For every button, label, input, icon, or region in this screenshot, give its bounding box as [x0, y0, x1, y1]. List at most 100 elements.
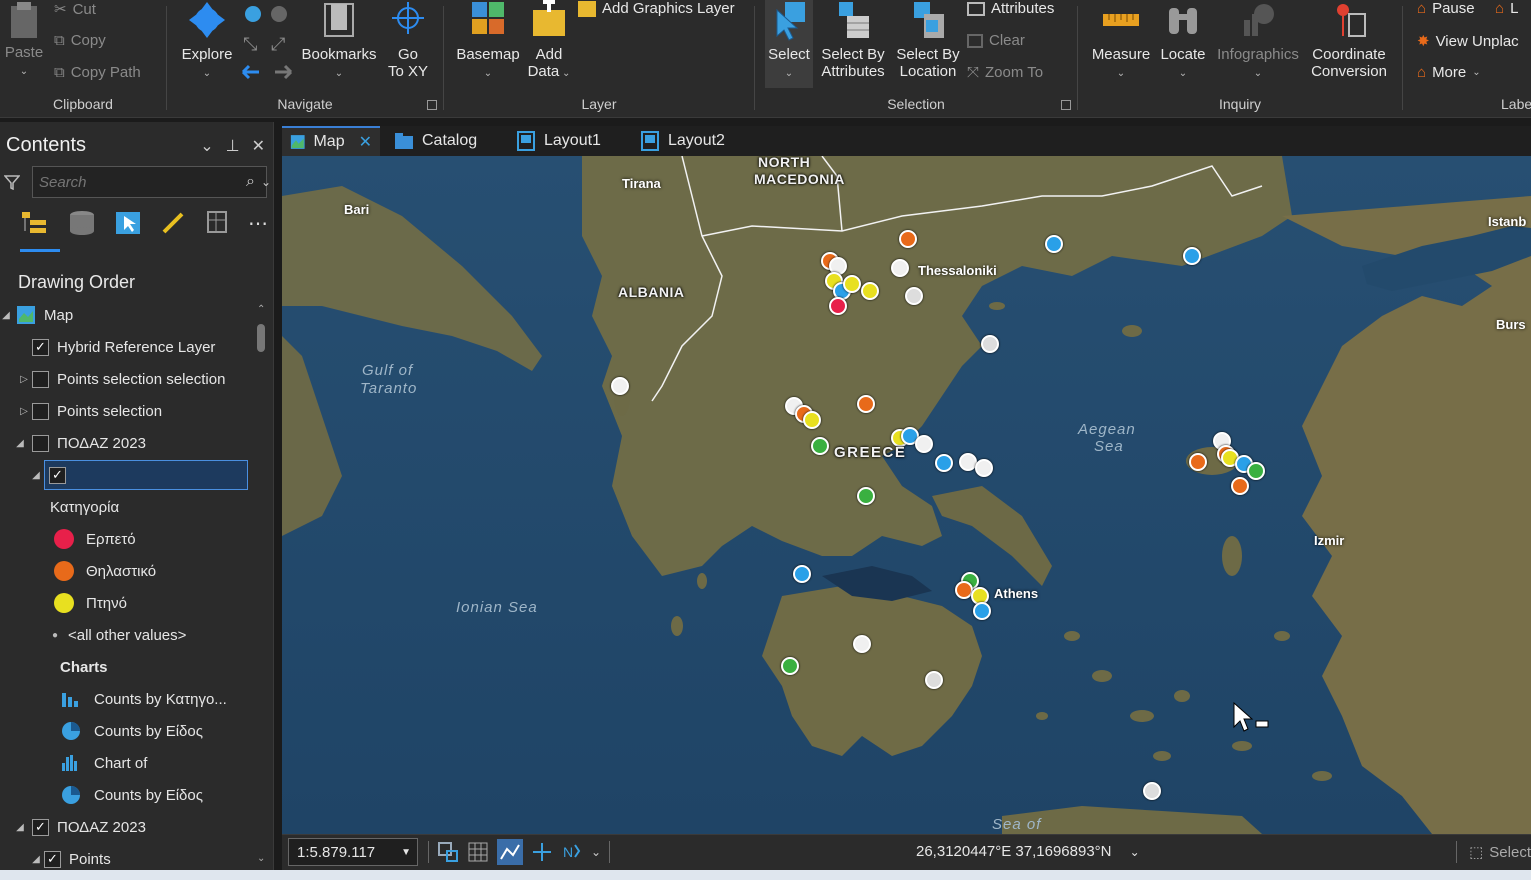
basemap-button[interactable]: Basemap ⌄: [454, 0, 522, 82]
tree-row-podaz-2023-b[interactable]: ◢ ✓ ΠΟΔΑΖ 2023: [0, 812, 254, 842]
drawing-order-icon[interactable]: [20, 210, 50, 236]
pause-drawing-icon[interactable]: [531, 841, 553, 863]
expand-triangle-icon[interactable]: ◢: [30, 470, 42, 481]
visibility-checkbox[interactable]: [32, 434, 49, 452]
occurrence-marker-icon[interactable]: [899, 230, 917, 248]
legend-item-other[interactable]: ● <all other values>: [0, 620, 254, 650]
tree-row-points-selection[interactable]: ▷ Points selection: [0, 396, 254, 426]
occurrence-marker-icon[interactable]: [1143, 782, 1161, 800]
tree-row-map[interactable]: ◢ Map: [0, 300, 254, 330]
expand-triangle-icon[interactable]: ◢: [14, 438, 26, 449]
tab-layout2[interactable]: Layout2: [632, 126, 733, 156]
scroll-down-icon[interactable]: ⌄: [257, 853, 265, 864]
selection-status[interactable]: ⬚ Select: [1456, 841, 1531, 863]
visibility-checkbox[interactable]: ✓: [49, 466, 66, 484]
occurrence-marker-icon[interactable]: [611, 377, 629, 395]
tree-row-hybrid-reference[interactable]: ✓ Hybrid Reference Layer: [0, 332, 254, 362]
occurrence-marker-icon[interactable]: [853, 635, 871, 653]
chevron-down-icon[interactable]: ⌄: [261, 175, 277, 189]
coordinate-conversion-button[interactable]: Coordinate Conversion: [1306, 0, 1392, 80]
expand-triangle-icon[interactable]: ◢: [0, 310, 12, 321]
search-icon[interactable]: ⌕: [240, 173, 261, 191]
locate-button[interactable]: Locate ⌄: [1158, 0, 1208, 82]
tree-row-podaz-2023-a[interactable]: ◢ ΠΟΔΑΖ 2023: [0, 428, 254, 458]
more-options-icon[interactable]: ⋯: [248, 211, 268, 236]
occurrence-marker-icon[interactable]: [1247, 462, 1265, 480]
occurrence-marker-icon[interactable]: [915, 435, 933, 453]
clear-button[interactable]: Clear: [967, 32, 1025, 49]
occurrence-marker-icon[interactable]: [843, 275, 861, 293]
layer-name-edit-box[interactable]: ✓: [44, 460, 248, 490]
bookmarks-button[interactable]: Bookmarks ⌄: [299, 0, 379, 82]
copy-path-button[interactable]: ⧉ Copy Path: [54, 64, 141, 81]
go-to-xy-button[interactable]: Go To XY: [383, 0, 433, 80]
pause-labeling-button[interactable]: ⌂ Pause: [1417, 0, 1475, 17]
expand-triangle-icon[interactable]: ◢: [30, 854, 42, 865]
select-button[interactable]: Select ⌄: [765, 0, 813, 88]
add-data-button[interactable]: Add Data ⌄: [524, 0, 574, 82]
chevron-down-icon[interactable]: ⌄: [591, 845, 601, 859]
legend-item-mammal[interactable]: Θηλαστικό: [0, 556, 254, 586]
occurrence-marker-icon[interactable]: [1231, 477, 1249, 495]
occurrence-marker-icon[interactable]: [973, 602, 991, 620]
close-tab-icon[interactable]: ✕: [359, 132, 372, 152]
explore-button[interactable]: Explore ⌄: [179, 0, 235, 82]
zoom-to-selection-button[interactable]: ⤧ Zoom To: [967, 64, 1043, 81]
dropdown-arrow-icon[interactable]: ▼: [401, 847, 411, 858]
navigate-launcher-icon[interactable]: [427, 100, 437, 110]
selection-launcher-icon[interactable]: [1061, 100, 1071, 110]
grid-icon[interactable]: [467, 841, 489, 863]
tree-row-points-selection-selection[interactable]: ▷ Points selection selection: [0, 364, 254, 394]
add-graphics-layer-button[interactable]: Add Graphics Layer: [578, 0, 735, 17]
chart-item-2[interactable]: Counts by Είδος: [0, 716, 254, 746]
visibility-checkbox[interactable]: [32, 402, 49, 420]
search-box[interactable]: ⌕ ⌄: [32, 166, 271, 198]
occurrence-marker-icon[interactable]: [905, 287, 923, 305]
occurrence-marker-icon[interactable]: [975, 459, 993, 477]
search-input[interactable]: [33, 173, 240, 191]
chart-item-4[interactable]: Counts by Είδος: [0, 780, 254, 810]
occurrence-marker-icon[interactable]: [891, 259, 909, 277]
chevron-down-icon[interactable]: ⌄: [200, 136, 213, 156]
expand-triangle-icon[interactable]: ◢: [14, 822, 26, 833]
filter-icon[interactable]: [4, 174, 20, 190]
pin-icon[interactable]: ⊥: [226, 136, 240, 156]
occurrence-marker-icon[interactable]: [935, 454, 953, 472]
selection-list-icon[interactable]: [114, 210, 142, 236]
occurrence-marker-icon[interactable]: [1045, 235, 1063, 253]
data-source-icon[interactable]: [68, 210, 96, 236]
visibility-checkbox[interactable]: [32, 370, 49, 388]
occurrence-marker-icon[interactable]: [811, 437, 829, 455]
copy-button[interactable]: ⧉ Copy: [54, 32, 106, 49]
more-labeling-button[interactable]: ⌂ More ⌄: [1417, 64, 1481, 81]
occurrence-marker-icon[interactable]: [981, 335, 999, 353]
editing-icon[interactable]: [160, 210, 188, 236]
occurrence-marker-icon[interactable]: [803, 411, 821, 429]
occurrence-marker-icon[interactable]: [925, 671, 943, 689]
zoom-full-extent-icon[interactable]: ⤡ ⤢: [239, 4, 295, 84]
visibility-checkbox[interactable]: ✓: [44, 850, 61, 868]
scroll-thumb[interactable]: [257, 324, 265, 352]
infographics-button[interactable]: Infographics ⌄: [1212, 0, 1304, 82]
close-icon[interactable]: ✕: [252, 136, 265, 156]
measure-button[interactable]: Measure ⌄: [1090, 0, 1152, 82]
tab-map[interactable]: Map ✕: [282, 126, 380, 156]
occurrence-marker-icon[interactable]: [857, 487, 875, 505]
rotation-icon[interactable]: N: [561, 841, 583, 863]
occurrence-marker-icon[interactable]: [829, 297, 847, 315]
scroll-up-icon[interactable]: ⌃: [257, 304, 265, 315]
view-unplaced-button[interactable]: ✸ View Unplac: [1417, 32, 1519, 51]
occurrence-marker-icon[interactable]: [1189, 453, 1207, 471]
snapping-icon[interactable]: [206, 210, 230, 236]
chart-item-1[interactable]: Counts by Κατηγο...: [0, 684, 254, 714]
scale-dropdown[interactable]: 1:5.879.117 ▼: [288, 838, 418, 866]
tab-catalog[interactable]: Catalog: [386, 126, 485, 156]
collapsed-triangle-icon[interactable]: ▷: [18, 406, 30, 417]
collapsed-triangle-icon[interactable]: ▷: [18, 374, 30, 385]
contents-scrollbar[interactable]: ⌃ ⌄: [255, 304, 267, 864]
visibility-checkbox[interactable]: ✓: [32, 338, 49, 356]
paste-button[interactable]: Paste ⌄: [4, 0, 44, 80]
fixed-zoom-icon[interactable]: [437, 841, 459, 863]
visibility-checkbox[interactable]: ✓: [32, 818, 49, 836]
tab-layout1[interactable]: Layout1: [508, 126, 609, 156]
